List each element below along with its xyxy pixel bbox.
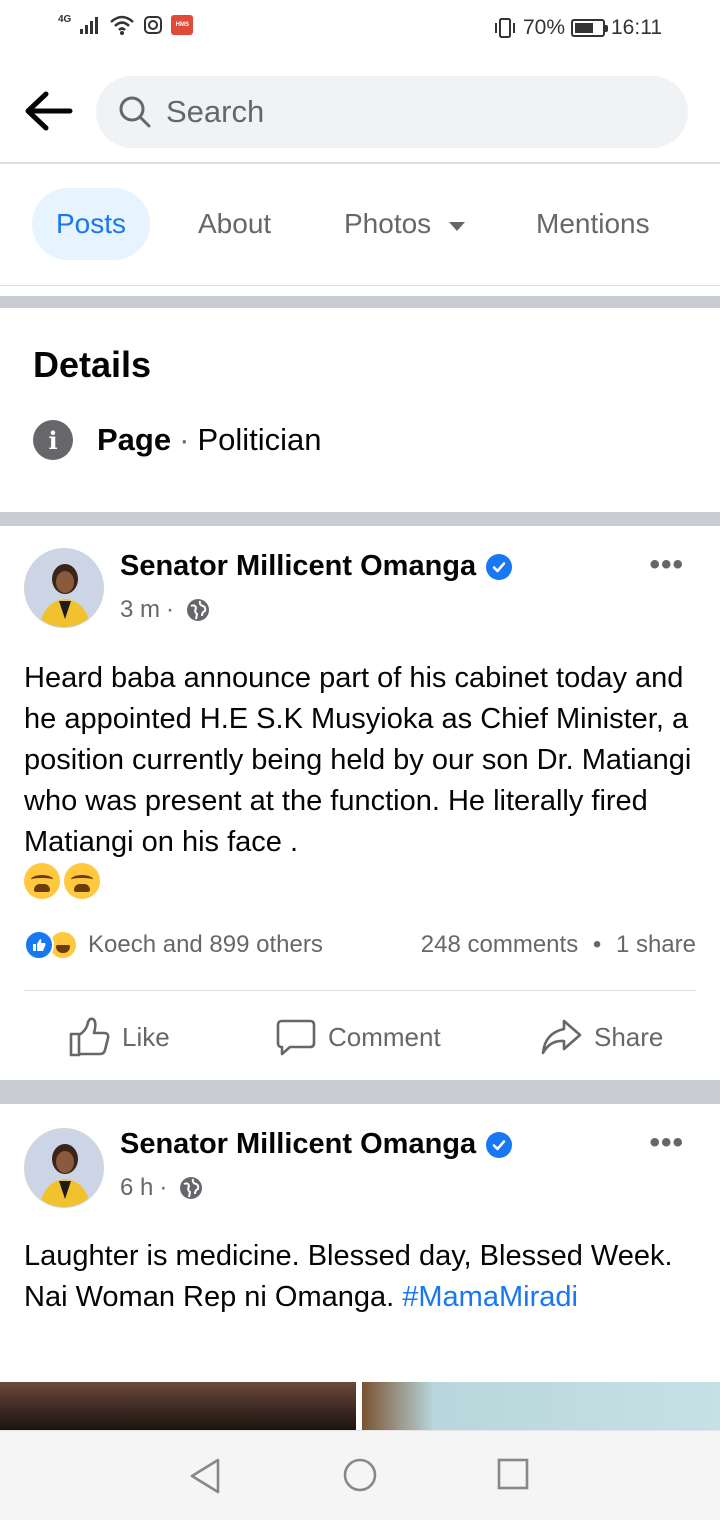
chevron-down-icon <box>449 221 466 231</box>
wifi-icon <box>110 15 135 35</box>
thumbs-up-icon <box>69 1017 110 1057</box>
share-button[interactable]: Share <box>540 992 663 1082</box>
verified-badge-icon <box>486 553 513 580</box>
status-right: 70% 16:11 <box>493 16 662 40</box>
meta-separator: · <box>159 1174 168 1201</box>
post-card: Senator Millicent Omanga 3 m · ••• Heard… <box>0 526 720 1080</box>
shares-count[interactable]: 1 share <box>616 931 696 958</box>
reactions-count: Koech and 899 others <box>88 931 323 958</box>
details-title: Details <box>33 344 152 385</box>
comment-button[interactable]: Comment <box>276 992 441 1082</box>
info-icon: i <box>33 420 73 460</box>
like-label: Like <box>122 1021 170 1052</box>
details-separator: · <box>179 422 190 457</box>
tab-label: Mentions <box>536 208 650 239</box>
search-input[interactable] <box>166 94 646 130</box>
section-divider <box>0 1080 720 1104</box>
more-options-icon[interactable]: ••• <box>649 548 684 582</box>
hashtag-link[interactable]: #MamaMiradi <box>402 1281 578 1313</box>
post-body-line1: Laughter is medicine. Blessed day, Bless… <box>24 1240 673 1272</box>
post-stats: 248 comments • 1 share <box>421 931 696 959</box>
post-photo[interactable] <box>0 1382 356 1430</box>
post-time[interactable]: 3 m <box>120 596 160 624</box>
battery-percent: 70% <box>522 16 565 39</box>
tab-label: Posts <box>56 208 127 239</box>
status-left: 4G HMS <box>58 13 194 36</box>
details-section: Details i Page · Politician <box>0 308 720 512</box>
section-divider <box>0 512 720 526</box>
battery-icon <box>571 19 608 37</box>
post-card: Senator Millicent Omanga 6 h · ••• Laugh… <box>0 1104 720 1382</box>
details-category: Politician <box>197 422 322 457</box>
weary-face-emoji-icon <box>24 863 60 899</box>
author-name: Senator Millicent Omanga <box>120 550 477 582</box>
globe-icon <box>187 599 210 621</box>
hms-notification-icon: HMS <box>171 15 194 35</box>
tab-label: Photos <box>344 208 432 239</box>
network-type: 4G <box>58 13 72 25</box>
more-options-icon[interactable]: ••• <box>649 1126 684 1160</box>
status-bar: 4G HMS 70% 16:11 <box>0 0 720 62</box>
post-photos[interactable] <box>0 1382 720 1430</box>
details-type: Page <box>97 422 172 457</box>
post-time[interactable]: 6 h <box>120 1174 153 1202</box>
post-meta: 6 h · <box>120 1174 203 1202</box>
post-meta: 3 m · <box>120 596 210 624</box>
post-photo[interactable] <box>362 1382 720 1430</box>
post-body: Heard baba announce part of his cabinet … <box>24 662 692 858</box>
meta-separator: · <box>166 596 175 623</box>
comments-count[interactable]: 248 comments <box>421 931 578 958</box>
search-header <box>0 62 720 164</box>
back-triangle-icon[interactable] <box>188 1457 222 1500</box>
share-arrow-icon <box>541 1019 582 1055</box>
battery-fill <box>575 23 594 33</box>
tab-label: About <box>198 208 272 239</box>
like-reaction-icon <box>24 930 54 960</box>
instagram-icon <box>144 16 163 34</box>
post-author[interactable]: Senator Millicent Omanga <box>120 550 513 583</box>
vibrate-icon <box>494 18 515 38</box>
tab-posts[interactable]: Posts <box>32 188 151 260</box>
like-button[interactable]: Like <box>68 992 170 1082</box>
system-nav-bar <box>0 1430 720 1520</box>
details-category-row: i Page · Politician <box>33 420 322 460</box>
page-tabs: Posts About Photos Mentions <box>0 164 720 286</box>
avatar[interactable] <box>24 548 104 628</box>
reactions-summary[interactable]: Koech and 899 others <box>24 930 323 960</box>
post-author[interactable]: Senator Millicent Omanga <box>120 1128 513 1161</box>
weary-face-emoji-icon <box>64 863 100 899</box>
signal-icon <box>80 17 99 34</box>
home-circle-icon[interactable] <box>342 1457 378 1498</box>
section-divider <box>0 296 720 308</box>
tab-about[interactable]: About <box>174 188 295 260</box>
post-actions: Like Comment Share <box>0 992 720 1082</box>
reactions-bar: Koech and 899 others 248 comments • 1 sh… <box>24 930 696 960</box>
post-text: Heard baba announce part of his cabinet … <box>24 658 704 905</box>
author-name: Senator Millicent Omanga <box>120 1128 477 1160</box>
share-label: Share <box>594 1021 664 1052</box>
post-body-line2: Nai Woman Rep ni Omanga. <box>24 1281 395 1313</box>
comment-icon <box>276 1019 316 1056</box>
tab-mentions[interactable]: Mentions <box>512 188 674 260</box>
globe-icon <box>180 1177 203 1199</box>
back-arrow-icon[interactable] <box>22 88 74 134</box>
stats-separator: • <box>592 931 602 958</box>
avatar[interactable] <box>24 1128 104 1208</box>
verified-badge-icon <box>486 1131 513 1158</box>
clock: 16:11 <box>611 16 662 39</box>
comment-label: Comment <box>328 1021 441 1052</box>
action-divider <box>24 990 696 991</box>
post-text: Laughter is medicine. Blessed day, Bless… <box>24 1236 704 1318</box>
search-bar[interactable] <box>96 76 688 148</box>
recents-square-icon[interactable] <box>496 1457 530 1496</box>
tab-photos[interactable]: Photos <box>320 188 489 260</box>
search-icon <box>119 96 151 128</box>
